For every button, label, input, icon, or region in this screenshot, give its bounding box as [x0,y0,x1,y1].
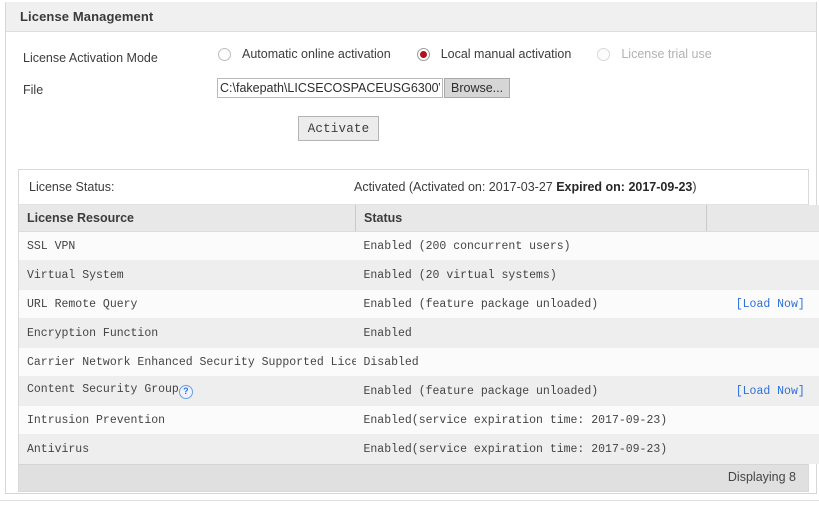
cell-action [706,260,819,290]
cell-action: [Load Now] [706,289,819,319]
browse-button[interactable]: Browse... [444,78,511,98]
activation-mode-label: License Activation Mode [23,51,158,65]
file-path-input[interactable] [217,78,443,98]
table-body: SSL VPN Enabled (200 concurrent users) Vir… [19,231,819,464]
table-footer: Displaying 8 [19,464,808,491]
license-resource-table: License Resource Status SSL VPN Enabled (… [19,205,819,464]
radio-label: Local manual activation [440,47,572,61]
cell-status: Enabled(service expiration time: 2017-09… [355,405,707,435]
radio-label: Automatic online activation [242,47,391,61]
activation-form: License Activation Mode Automatic online… [6,33,816,153]
radio-label: License trial use [621,47,712,61]
panel-header: License Management [6,2,816,32]
load-now-link[interactable]: [Load Now] [736,385,805,398]
cell-license-resource: Encryption Function [19,318,356,348]
load-now-link[interactable]: [Load Now] [736,298,805,311]
help-icon[interactable]: ? [178,385,193,399]
cell-action [706,347,819,377]
table-row: Carrier Network Enhanced Security Suppor… [19,347,819,377]
table-row: Content Security Group? Enabled (feature … [19,376,819,406]
table-row: URL Remote Query Enabled (feature package… [19,289,819,319]
column-header-status[interactable]: Status [355,205,707,232]
license-status-text-suffix: ) [692,180,697,194]
cell-status: Enabled (feature package unloaded) [355,376,707,406]
file-picker-row[interactable]: Browse... [217,78,511,98]
table-row: Antivirus Enabled(service expiration time… [19,434,819,464]
table-header-row: License Resource Status [19,205,819,232]
cell-status: Enabled (20 virtual systems) [355,260,707,290]
cell-action [706,318,819,348]
license-management-panel: License Management License Activation Mo… [5,2,819,494]
cell-status: Enabled(service expiration time: 2017-09… [355,434,707,464]
table-row: Intrusion Prevention Enabled(service expi… [19,405,819,435]
license-status-box: License Status: Activated (Activated on:… [18,169,819,492]
license-resource-text: Antivirus [27,442,90,456]
license-resource-text: Intrusion Prevention [27,413,166,427]
cell-action: [Load Now] [706,376,819,406]
license-resource-text: SSL VPN [27,239,76,253]
license-resource-text: Carrier Network Enhanced Security Suppor… [27,355,356,369]
file-label: File [23,83,44,97]
license-resource-text: Content Security Group [27,383,179,396]
license-resource-text: URL Remote Query [27,297,138,311]
license-status-value: Activated (Activated on: 2017-03-27 Expi… [354,180,697,194]
page-title: License Management [20,9,154,24]
cell-license-resource: URL Remote Query [19,289,356,319]
cell-status: Disabled [355,347,707,377]
table-row: SSL VPN Enabled (200 concurrent users) [19,231,819,261]
table-header: License Resource Status [19,205,819,232]
cell-action [706,405,819,435]
license-expiry-text: Expired on: 2017-09-23 [556,180,693,194]
license-status-row: License Status: Activated (Activated on:… [19,170,808,205]
cell-status: Enabled (feature package unloaded) [355,289,707,319]
license-status-text: Activated (Activated on: 2017-03-27 [354,180,557,194]
radio-circle-icon[interactable] [218,47,231,61]
activation-mode-radio-group[interactable]: Automatic online activation Local manual… [218,47,738,61]
radio-automatic-online-activation[interactable]: Automatic online activation [218,47,391,61]
cell-license-resource: Content Security Group? [19,376,356,406]
radio-local-manual-activation[interactable]: Local manual activation [416,47,572,61]
column-header-license-resource[interactable]: License Resource [19,205,356,232]
cell-action [706,434,819,464]
radio-license-trial-use: License trial use [597,47,712,61]
page-bottom-divider [0,500,819,501]
displaying-count: Displaying 8 [727,470,796,484]
table-row: Encryption Function Enabled [19,318,819,348]
activate-button[interactable]: Activate [298,116,379,141]
license-resource-text: Virtual System [27,268,124,282]
radio-circle-disabled-icon [597,47,611,61]
license-status-label: License Status: [29,180,115,194]
radio-circle-selected-icon[interactable] [416,47,430,61]
cell-license-resource: Intrusion Prevention [19,405,356,435]
column-header-action[interactable] [706,205,819,232]
cell-action [706,231,819,261]
cell-license-resource: Antivirus [19,434,356,464]
table-row: Virtual System Enabled (20 virtual system… [19,260,819,290]
cell-license-resource: Carrier Network Enhanced Security Suppor… [19,347,356,377]
cell-license-resource: SSL VPN [19,231,356,261]
license-resource-text: Encryption Function [27,326,159,340]
cell-status: Enabled (200 concurrent users) [355,231,707,261]
cell-status: Enabled [355,318,707,348]
cell-license-resource: Virtual System [19,260,356,290]
